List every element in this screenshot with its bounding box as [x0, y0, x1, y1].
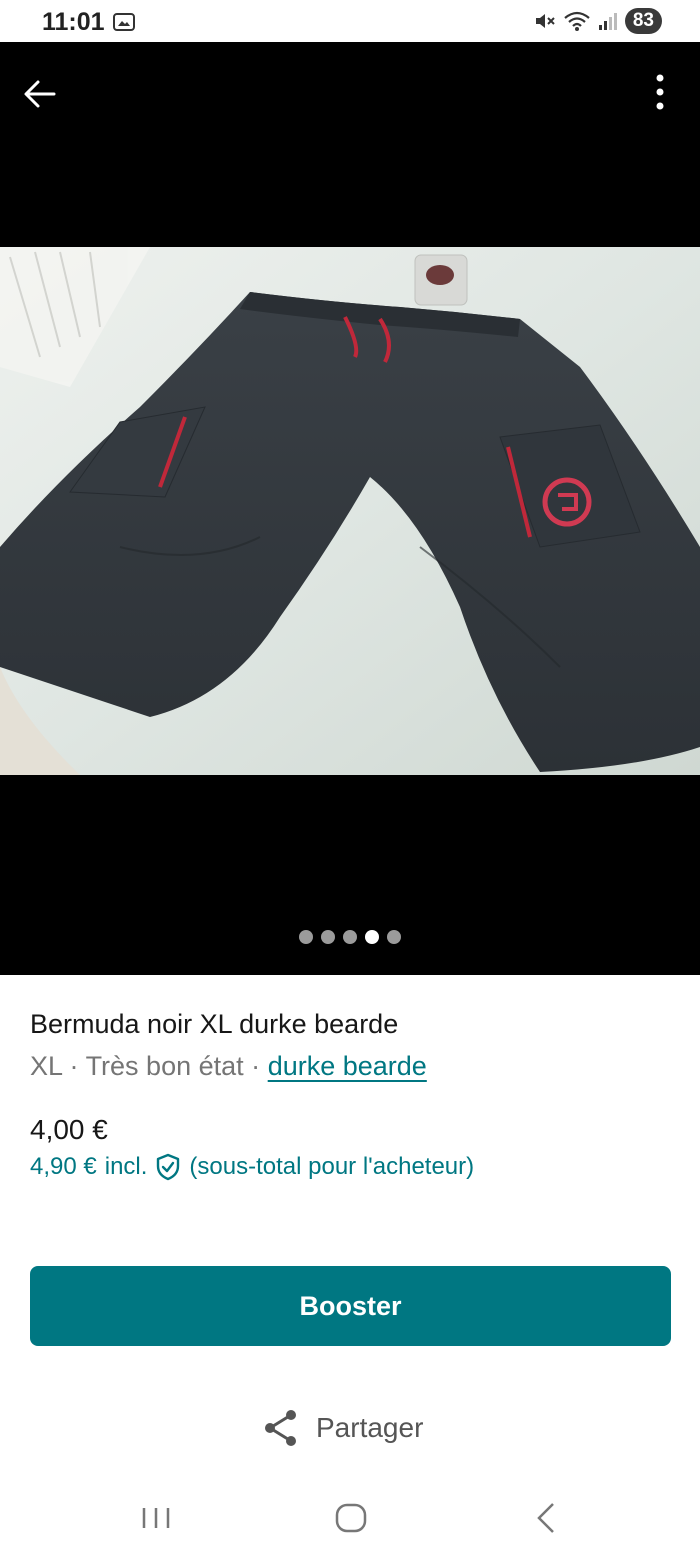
listing-size: XL — [30, 1051, 63, 1081]
brand-link[interactable]: durke bearde — [268, 1051, 427, 1081]
recent-apps-icon[interactable] — [136, 1498, 176, 1538]
status-time: 11:01 — [42, 8, 105, 36]
glass-object — [414, 254, 468, 306]
separator: · — [251, 1051, 261, 1081]
shield-check-icon — [157, 1153, 180, 1181]
booster-button[interactable]: Booster — [30, 1266, 671, 1346]
share-label: Partager — [316, 1412, 424, 1443]
system-nav-bar — [0, 1480, 700, 1560]
status-right: 83 — [533, 8, 662, 34]
pagination-dot[interactable] — [299, 930, 313, 944]
pagination-dot[interactable] — [321, 930, 335, 944]
wifi-icon — [564, 11, 590, 31]
photo-pagination — [0, 930, 700, 944]
product-photo[interactable] — [0, 247, 700, 775]
more-vertical-icon[interactable] — [640, 70, 680, 114]
listing-details: Bermuda noir XL durke bearde XL · Très b… — [30, 1005, 670, 1087]
back-nav-icon[interactable] — [527, 1498, 567, 1538]
pagination-dot[interactable] — [387, 930, 401, 944]
share-button[interactable]: Partager — [262, 1408, 423, 1448]
arrow-left-icon[interactable] — [18, 72, 62, 116]
pagination-dot[interactable] — [343, 930, 357, 944]
separator: · — [69, 1051, 79, 1081]
viewer-top-bar — [0, 42, 700, 142]
gallery-icon — [113, 13, 135, 31]
listing-condition: Très bon état — [85, 1051, 244, 1081]
status-bar: 11:01 83 — [0, 0, 700, 42]
photo-viewer — [0, 42, 700, 975]
signal-icon — [598, 13, 617, 30]
listing-title: Bermuda noir XL durke bearde — [30, 1009, 399, 1039]
home-icon[interactable] — [331, 1498, 371, 1538]
incl-note: (sous-total pour l'acheteur) — [189, 1153, 475, 1180]
incl-label: incl. — [104, 1153, 148, 1180]
total-price: 4,90 € — [30, 1153, 97, 1180]
mute-icon — [535, 14, 555, 28]
battery-indicator: 83 — [624, 8, 662, 34]
item-price: 4,00 € — [30, 1114, 108, 1145]
share-icon — [265, 1410, 296, 1446]
price-with-protection[interactable]: 4,90 € incl. (sous-total pour l'acheteur… — [30, 1153, 474, 1181]
listing-attributes: XL · Très bon état · durke bearde — [30, 1045, 670, 1087]
pagination-dot[interactable] — [365, 930, 379, 944]
